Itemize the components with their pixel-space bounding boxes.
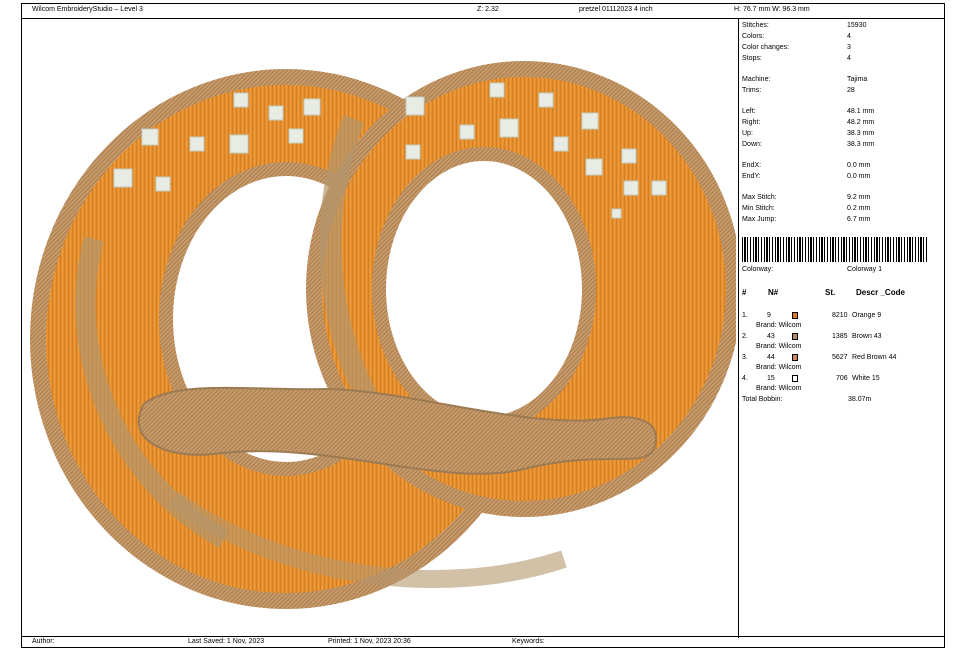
author-label: Author:: [32, 638, 55, 645]
design-barcode: [742, 237, 929, 262]
row-description: Orange 9: [852, 312, 882, 319]
row-brand: Brand: Wilcom: [756, 343, 802, 350]
stops-label: Stops:: [742, 55, 762, 62]
panel-divider: [738, 18, 739, 638]
row-brand: Brand: Wilcom: [756, 385, 802, 392]
trims-value: 28: [847, 87, 855, 94]
min-stitch-label: Min Stitch:: [742, 205, 775, 212]
app-title: Wilcom EmbroideryStudio – Level 3: [32, 6, 143, 13]
design-dimensions: H: 76.7 mm W: 96.3 mm: [734, 6, 810, 13]
min-stitch-value: 0.2 mm: [847, 205, 871, 212]
row-description: Brown 43: [852, 333, 882, 340]
printed-date: Printed: 1 Nov, 2023 20:36: [328, 638, 411, 645]
thread-swatch: [792, 354, 798, 361]
col-header-index: #: [742, 288, 747, 297]
up-value: 38.3 mm: [847, 130, 875, 137]
total-bobbin-value: 38.07m: [848, 396, 872, 403]
stitches-label: Stitches:: [742, 22, 769, 29]
down-value: 38.3 mm: [847, 141, 875, 148]
max-stitch-value: 9.2 mm: [847, 194, 871, 201]
last-saved: Last Saved: 1 Nov, 2023: [188, 638, 265, 645]
design-file-name: pretzel 01112023 4 inch: [579, 6, 653, 13]
colors-label: Colors:: [742, 33, 765, 40]
thread-swatch: [792, 375, 798, 382]
thread-swatch: [792, 312, 798, 319]
col-header-number: N#: [768, 288, 779, 297]
endx-value: 0.0 mm: [847, 162, 871, 169]
col-header-stitches: St.: [825, 288, 836, 297]
row-description: White 15: [852, 375, 880, 382]
endy-label: EndY:: [742, 173, 761, 180]
thread-swatch: [792, 333, 798, 340]
max-stitch-label: Max Stitch:: [742, 194, 777, 201]
max-jump-label: Max Jump:: [742, 216, 777, 223]
row-stitches: 706: [836, 375, 848, 382]
left-label: Left:: [742, 108, 756, 115]
row-stitches: 1385: [832, 333, 848, 340]
right-loop-hole: [372, 147, 596, 431]
color-changes-label: Color changes:: [742, 44, 790, 51]
row-number: 44: [767, 354, 775, 361]
machine-label: Machine:: [742, 76, 771, 83]
row-index: 4.: [742, 375, 748, 382]
down-label: Down:: [742, 141, 762, 148]
header-bar: Wilcom EmbroideryStudio – Level 3 Z: 2.3…: [22, 4, 944, 19]
right-label: Right:: [742, 119, 761, 126]
colors-value: 4: [847, 33, 851, 40]
max-jump-value: 6.7 mm: [847, 216, 871, 223]
row-stitches: 8210: [832, 312, 848, 319]
row-stitches: 5627: [832, 354, 848, 361]
row-brand: Brand: Wilcom: [756, 322, 802, 329]
print-preview-sheet: Wilcom EmbroideryStudio – Level 3 Z: 2.3…: [21, 3, 945, 648]
col-header-description: Descr _Code: [856, 288, 905, 297]
row-brand: Brand: Wilcom: [756, 364, 802, 371]
row-index: 3.: [742, 354, 748, 361]
total-bobbin-label: Total Bobbin:: [742, 396, 783, 403]
endy-value: 0.0 mm: [847, 173, 871, 180]
row-number: 15: [767, 375, 775, 382]
keywords-label: Keywords:: [512, 638, 545, 645]
row-number: 43: [767, 333, 775, 340]
pretzel-embroidery-design: [30, 61, 736, 609]
row-description: Red Brown 44: [852, 354, 897, 361]
endx-label: EndX:: [742, 162, 762, 169]
right-value: 48.2 mm: [847, 119, 875, 126]
trims-label: Trims:: [742, 87, 762, 94]
footer-bar: Author: Last Saved: 1 Nov, 2023 Printed:…: [22, 636, 944, 647]
stops-value: 4: [847, 55, 851, 62]
up-label: Up:: [742, 130, 753, 137]
colorway-value: Colorway 1: [847, 266, 883, 273]
left-value: 48.1 mm: [847, 108, 875, 115]
row-index: 1.: [742, 312, 748, 319]
zoom-level: Z: 2.32: [477, 6, 499, 13]
color-changes-value: 3: [847, 44, 851, 51]
stitches-value: 15930: [847, 22, 867, 29]
row-number: 9: [767, 312, 771, 319]
machine-value: Tajima: [847, 76, 868, 83]
row-index: 2.: [742, 333, 748, 340]
colorway-label: Colorway:: [742, 266, 774, 273]
